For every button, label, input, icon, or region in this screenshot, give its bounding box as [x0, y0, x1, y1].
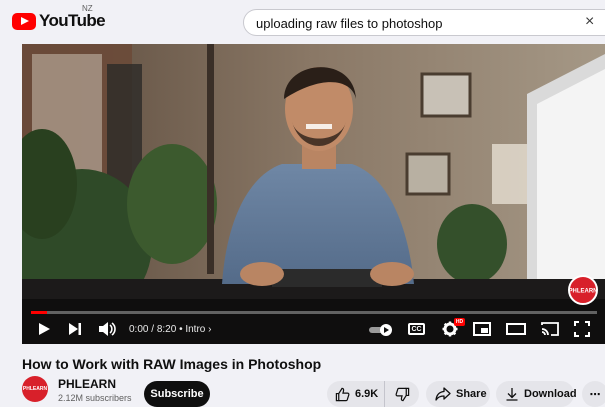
play-icon — [39, 323, 50, 335]
video-frame: PHLEARN — [22, 44, 605, 344]
video-player[interactable]: PHLEARN 0:00 / 8:20 • Intro › CC HD — [22, 44, 605, 344]
video-title: How to Work with RAW Images in Photoshop — [22, 356, 322, 372]
channel-watermark: PHLEARN — [568, 289, 597, 295]
miniplayer-button[interactable] — [473, 322, 491, 336]
subscribe-button[interactable]: Subscribe — [144, 381, 210, 407]
more-horizontal-icon: ⋯ — [589, 388, 601, 401]
share-label: Share — [456, 388, 487, 400]
masthead: YouTube NZ uploading raw files to photos… — [0, 0, 605, 44]
like-dislike-group: 6.9K — [327, 381, 419, 407]
theater-mode-icon — [506, 323, 526, 335]
share-button[interactable]: Share — [426, 381, 490, 407]
theater-mode-button[interactable] — [506, 322, 526, 336]
search-input[interactable]: uploading raw files to photoshop — [256, 16, 442, 31]
thumbs-up-icon — [335, 387, 350, 401]
fullscreen-icon — [574, 321, 590, 337]
subscriber-count: 2.12M subscribers — [58, 393, 132, 403]
like-button[interactable]: 6.9K — [327, 381, 385, 407]
channel-name[interactable]: PHLEARN — [58, 377, 116, 391]
progress-played — [31, 311, 47, 314]
channel-avatar[interactable]: PHLEARN — [22, 376, 48, 402]
avatar-logo-text: PHLEARN — [22, 386, 48, 392]
thumbs-down-icon — [395, 387, 409, 401]
chapter-chevron-icon[interactable]: › — [208, 324, 211, 335]
youtube-logo[interactable]: YouTube — [12, 11, 106, 31]
share-icon — [435, 387, 451, 401]
skip-next-icon — [69, 323, 81, 335]
search-box[interactable]: uploading raw files to photoshop × — [243, 9, 605, 36]
cast-button[interactable] — [540, 321, 560, 337]
download-button[interactable]: Download — [496, 381, 577, 407]
clear-search-icon[interactable]: × — [585, 14, 594, 30]
autoplay-toggle[interactable] — [368, 323, 394, 337]
volume-icon — [99, 322, 116, 336]
next-button[interactable] — [68, 322, 82, 336]
download-icon — [506, 388, 518, 401]
like-count: 6.9K — [355, 388, 379, 400]
miniplayer-icon — [473, 322, 491, 336]
duration: 8:20 — [156, 324, 177, 335]
player-controls: 0:00 / 8:20 • Intro › CC HD — [22, 316, 605, 344]
volume-button[interactable] — [98, 321, 116, 337]
more-actions-button[interactable]: ⋯ — [582, 381, 605, 407]
progress-bar[interactable] — [31, 311, 597, 314]
time-display: 0:00 / 8:20 • Intro › — [129, 324, 212, 335]
dislike-button[interactable] — [385, 381, 419, 407]
youtube-play-logo-icon — [12, 12, 36, 30]
play-button[interactable] — [37, 322, 51, 336]
cast-icon — [541, 322, 559, 336]
subtitles-button[interactable]: CC — [408, 323, 425, 335]
hd-badge: HD — [454, 318, 465, 326]
autoplay-toggle-icon — [369, 324, 392, 336]
current-time: 0:00 — [129, 324, 149, 335]
logo-text: YouTube — [39, 11, 106, 30]
chapter-label[interactable]: Intro — [185, 324, 205, 335]
download-label: Download — [524, 388, 577, 400]
fullscreen-button[interactable] — [574, 321, 590, 337]
region-code: NZ — [82, 4, 93, 13]
